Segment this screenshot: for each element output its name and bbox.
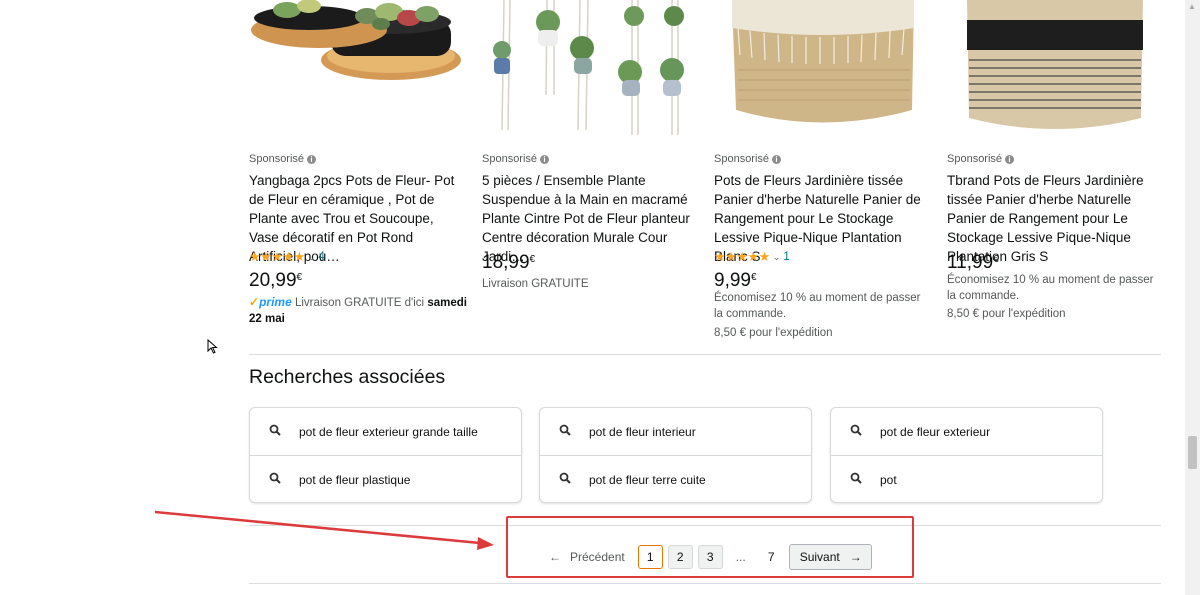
search-icon [831,471,880,489]
product-image[interactable] [249,0,467,140]
prime-check-icon: ✓ [249,295,260,309]
price-currency: € [750,272,757,283]
related-searches-group: pot de fleur interieur pot de fleur terr… [539,407,812,503]
related-search-link[interactable]: pot de fleur terre cuite [540,455,811,503]
product-price[interactable]: 9,99€ [714,270,757,292]
search-icon [250,471,299,489]
search-icon [831,423,880,441]
product-image[interactable] [482,0,700,140]
related-searches-heading: Recherches associées [249,366,446,388]
sponsored-label[interactable]: Sponsorisé i [714,153,782,165]
delivery-text: Livraison GRATUITE [482,278,589,290]
price-currency: € [993,254,999,265]
related-searches-group: pot de fleur exterieur grande taille pot… [249,407,522,503]
product-results-row: Sponsorisé i Yangbaga 2pcs Pots de Fleur… [249,0,1161,355]
info-icon[interactable]: i [1005,154,1015,164]
product-card: Sponsorisé i Yangbaga 2pcs Pots de Fleur… [249,0,467,325]
search-icon [540,423,589,441]
info-icon[interactable]: i [772,154,782,164]
related-searches-group: pot de fleur exterieur pot [830,407,1103,503]
section-divider [249,583,1161,584]
star-rating-icon: ★★★★★ [714,249,770,264]
annotation-highlight-box [506,516,914,578]
review-count-link[interactable]: 1 [783,251,789,263]
price-value: 11,99 [947,252,994,273]
sponsored-text: Sponsorisé [482,153,538,165]
sponsored-label[interactable]: Sponsorisé i [947,153,1015,165]
price-value: 9,99 [714,270,751,291]
scroll-up-arrow-icon[interactable]: ▲ [1188,2,1196,11]
product-price[interactable]: 20,99€ [249,270,302,292]
related-search-text: pot de fleur exterieur [880,424,991,439]
mouse-cursor-icon [207,339,218,354]
shipping-cost: 8,50 € pour l'expédition [947,308,1066,320]
price-value: 18,99 [482,252,530,273]
scrollbar-thumb[interactable] [1188,436,1197,469]
section-divider [249,354,1161,355]
sponsored-label[interactable]: Sponsorisé i [249,153,317,165]
product-rating[interactable]: ★★★★★ ⌄ 1 [714,249,790,265]
related-search-link[interactable]: pot de fleur plastique [250,455,521,503]
price-currency: € [529,254,536,265]
review-count-link[interactable]: 4 [318,251,324,263]
related-search-text: pot [880,472,897,487]
shipping-cost: 8,50 € pour l'expédition [714,327,833,339]
related-search-link[interactable]: pot de fleur interieur [540,408,811,455]
savings-text: Économisez 10 % au moment de passer la c… [947,274,1154,302]
sponsored-text: Sponsorisé [947,153,1003,165]
chevron-down-icon[interactable]: ⌄ [308,252,316,263]
related-search-text: pot de fleur exterieur grande taille [299,424,478,439]
product-price[interactable]: 18,99€ [482,252,535,274]
sponsored-text: Sponsorisé [714,153,770,165]
related-search-link[interactable]: pot [831,455,1102,503]
product-card: Sponsorisé i Pots de Fleurs Jardinière t… [714,0,932,339]
delivery-text: Livraison GRATUITE d'ici [294,297,425,309]
prime-logo: prime [259,295,292,309]
price-currency: € [296,272,303,283]
search-icon [540,471,589,489]
product-image[interactable] [714,0,932,140]
related-search-link[interactable]: pot de fleur exterieur [831,408,1102,455]
sponsored-text: Sponsorisé [249,153,305,165]
product-image[interactable] [947,0,1165,140]
savings-text: Économisez 10 % au moment de passer la c… [714,292,921,320]
sponsored-label[interactable]: Sponsorisé i [482,153,550,165]
chevron-down-icon[interactable]: ⌄ [773,252,781,263]
related-search-text: pot de fleur interieur [589,424,696,439]
related-search-link[interactable]: pot de fleur exterieur grande taille [250,408,521,455]
info-icon[interactable]: i [540,154,550,164]
delivery-info: ✓prime Livraison GRATUITE d'ici samedi 2… [249,294,467,327]
product-rating[interactable]: ★★★★★ ⌄ 4 [249,249,325,265]
related-search-text: pot de fleur terre cuite [589,472,706,487]
product-card: Sponsorisé i Tbrand Pots de Fleurs Jardi… [947,0,1165,320]
related-search-text: pot de fleur plastique [299,472,411,487]
star-rating-icon: ★★★★★ [249,249,305,264]
product-price[interactable]: 11,99€ [947,252,999,274]
price-value: 20,99 [249,270,297,291]
search-icon [250,423,299,441]
product-card: Sponsorisé i 5 pièces / Ensemble Plante … [482,0,700,290]
vertical-scrollbar[interactable]: ▲ [1185,0,1200,595]
info-icon[interactable]: i [307,154,317,164]
